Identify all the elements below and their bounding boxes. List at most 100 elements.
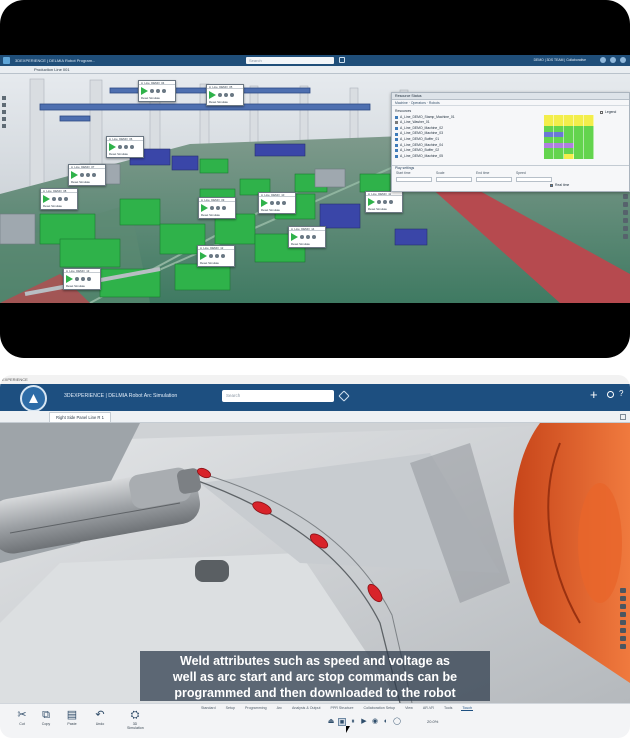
- play-icon[interactable]: ▶: [360, 718, 368, 726]
- speed-icon[interactable]: ◐: [382, 718, 390, 726]
- chart-icon[interactable]: [87, 277, 91, 281]
- realtime-toggle[interactable]: Real time: [550, 183, 569, 187]
- copy-button[interactable]: ⧉ Copy: [38, 708, 54, 726]
- export-icon[interactable]: ⏏: [327, 718, 335, 726]
- cut-button[interactable]: ✂ Cut: [14, 708, 30, 726]
- settings-icon[interactable]: [276, 201, 280, 205]
- palette-tool-icon[interactable]: [623, 210, 628, 215]
- chart-icon[interactable]: [221, 254, 225, 258]
- record-icon[interactable]: ◉: [371, 718, 379, 726]
- play-icon[interactable]: [66, 275, 73, 283]
- card-footer[interactable]: Reset Simulate: [259, 208, 295, 212]
- tab-right-side-panel[interactable]: Right Side Panel Line R 1: [49, 412, 111, 422]
- pause-icon[interactable]: ⏸: [349, 718, 357, 726]
- settings-icon[interactable]: [58, 197, 62, 201]
- action-tab[interactable]: Programming: [244, 706, 268, 711]
- help-icon[interactable]: ?: [619, 389, 623, 398]
- palette-tool-icon[interactable]: [2, 103, 6, 107]
- play-icon[interactable]: [200, 252, 207, 260]
- play-icon[interactable]: [201, 204, 208, 212]
- chart-icon[interactable]: [389, 200, 393, 204]
- machine-monitor-card[interactable]: A_Line_DEMO_08 Reset Simulate: [40, 188, 78, 210]
- play-icon[interactable]: [71, 171, 78, 179]
- settings-icon[interactable]: [156, 89, 160, 93]
- start-time-field[interactable]: [396, 177, 432, 182]
- palette-tool-icon[interactable]: [620, 588, 626, 593]
- palette-tool-icon[interactable]: [623, 226, 628, 231]
- machine-monitor-card[interactable]: A_Line_DEMO_11 Reset Simulate: [365, 191, 403, 213]
- chart-icon[interactable]: [282, 201, 286, 205]
- palette-tool-icon[interactable]: [620, 636, 626, 641]
- action-tab[interactable]: Arc: [276, 706, 283, 711]
- tag-icon[interactable]: [339, 57, 345, 63]
- settings-icon[interactable]: [81, 277, 85, 281]
- card-footer[interactable]: Reset Simulate: [289, 242, 325, 246]
- resource-status-panel[interactable]: Resource Status Machine · Operators · Ro…: [391, 92, 630, 192]
- palette-tool-icon[interactable]: [2, 110, 6, 114]
- search-input[interactable]: Search: [246, 57, 334, 64]
- action-tab[interactable]: AR-VR: [422, 706, 435, 711]
- add-icon[interactable]: [600, 57, 606, 63]
- expand-icon[interactable]: [620, 414, 626, 420]
- machine-monitor-card[interactable]: A_Line_DEMO_09 Reset Simulate: [198, 197, 236, 219]
- tag-icon[interactable]: [338, 390, 350, 402]
- action-tab[interactable]: View: [404, 706, 414, 711]
- palette-tool-icon[interactable]: [620, 612, 626, 617]
- card-footer[interactable]: Reset Simulate: [41, 204, 77, 208]
- tree-row[interactable]: A_Line_DEMO_Machine_05: [395, 154, 540, 160]
- action-tab[interactable]: Tools: [443, 706, 453, 711]
- help-icon[interactable]: [620, 57, 626, 63]
- action-tab[interactable]: Standard: [200, 706, 217, 711]
- card-footer[interactable]: Reset Simulate: [199, 213, 235, 217]
- palette-tool-icon[interactable]: [623, 194, 628, 199]
- machine-monitor-card[interactable]: A_Line_DEMO_04 Reset Simulate: [138, 80, 176, 102]
- compass-icon[interactable]: [20, 385, 47, 412]
- add-icon[interactable]: +: [590, 388, 598, 401]
- play-icon[interactable]: [261, 199, 268, 207]
- machine-monitor-card[interactable]: A_Line_DEMO_06 Reset Simulate: [106, 136, 144, 158]
- realtime-checkbox[interactable]: [550, 183, 553, 187]
- factory-3d-viewport[interactable]: A_Line_DEMO_04 Reset Simulate A_Line_DEMO_…: [0, 74, 630, 303]
- palette-tool-icon[interactable]: [623, 202, 628, 207]
- machine-monitor-card[interactable]: A_Line_DEMO_13 Reset Simulate: [63, 268, 101, 290]
- card-footer[interactable]: Reset Simulate: [107, 152, 143, 156]
- palette-tool-icon[interactable]: [623, 234, 628, 239]
- share-icon[interactable]: [610, 57, 616, 63]
- settings-icon[interactable]: [124, 145, 128, 149]
- card-footer[interactable]: Reset Simulate: [198, 261, 234, 265]
- action-tab[interactable]: Setup: [225, 706, 236, 711]
- action-tab[interactable]: Collaboration Setup: [363, 706, 397, 711]
- palette-tool-icon[interactable]: [620, 644, 626, 649]
- play-icon[interactable]: [109, 143, 116, 151]
- chart-icon[interactable]: [230, 93, 234, 97]
- 3d-simulation-button[interactable]: ⛭ 3D Simulation: [127, 708, 144, 730]
- palette-tool-icon[interactable]: [2, 117, 6, 121]
- palette-tool-icon[interactable]: [620, 620, 626, 625]
- undo-button[interactable]: ↶ Undo: [92, 708, 108, 726]
- action-tab[interactable]: PPR Structure: [330, 706, 355, 711]
- palette-tool-icon[interactable]: [620, 604, 626, 609]
- scale-field[interactable]: [436, 177, 472, 182]
- palette-tool-icon[interactable]: [2, 124, 6, 128]
- play-icon[interactable]: [43, 195, 50, 203]
- machine-monitor-card[interactable]: A_Line_DEMO_10 Reset Simulate: [258, 192, 296, 214]
- user-label[interactable]: DEMO | 3DS TEAM | Collaborative: [534, 58, 586, 62]
- card-footer[interactable]: Reset Simulate: [64, 284, 100, 288]
- palette-tool-icon[interactable]: [620, 628, 626, 633]
- end-time-field[interactable]: [476, 177, 512, 182]
- compass-icon[interactable]: [3, 57, 10, 64]
- card-footer[interactable]: Reset Simulate: [207, 100, 243, 104]
- chart-icon[interactable]: [130, 145, 134, 149]
- card-footer[interactable]: Reset Simulate: [69, 180, 105, 184]
- search-input[interactable]: Search: [222, 390, 334, 402]
- panel-title[interactable]: Resource Status: [392, 93, 629, 100]
- chart-icon[interactable]: [162, 89, 166, 93]
- loop-icon[interactable]: ◯: [393, 718, 401, 726]
- chart-icon[interactable]: [92, 173, 96, 177]
- settings-icon[interactable]: [215, 254, 219, 258]
- palette-tool-icon[interactable]: [2, 96, 6, 100]
- legend-checkbox[interactable]: [600, 110, 603, 114]
- machine-monitor-card[interactable]: A_Line_DEMO_05 Reset Simulate: [206, 84, 244, 106]
- speed-field[interactable]: [516, 177, 552, 182]
- settings-icon[interactable]: [224, 93, 228, 97]
